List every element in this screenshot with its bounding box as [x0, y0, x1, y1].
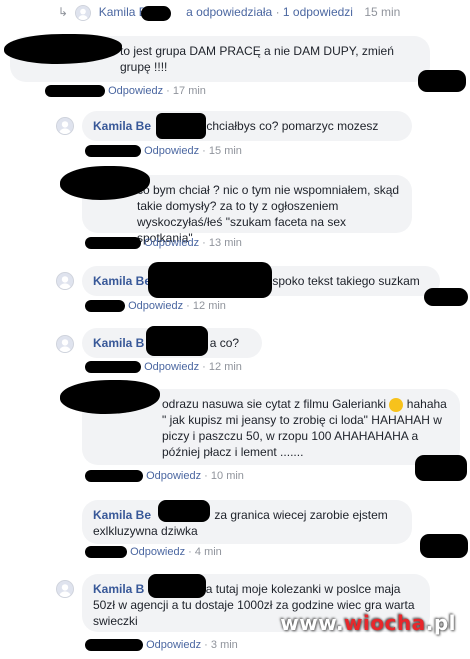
redaction — [148, 574, 206, 598]
comment-bubble: Kamila Be za granica wiecej zarobie ejst… — [82, 500, 412, 544]
watermark-suffix: .pl — [425, 611, 456, 635]
comment-actions: Odpowiedz · 12 min — [85, 361, 242, 374]
reply-verb: odpowiedziała — [196, 5, 273, 20]
avatar — [56, 580, 74, 598]
reply-link[interactable]: Odpowiedz — [144, 145, 199, 157]
avatar — [75, 5, 92, 21]
comment-author[interactable]: Kamila B — [93, 336, 144, 350]
comment-author[interactable]: Kamila Be — [93, 508, 151, 522]
redaction — [418, 70, 466, 92]
reply-link[interactable]: Odpowiedz — [130, 546, 185, 558]
redaction — [148, 262, 272, 298]
comment-time: 10 min — [210, 470, 244, 482]
redaction — [158, 500, 210, 522]
comment-bubble: Kamila Be chciałbys co? pomarzyc mozesz — [82, 111, 412, 141]
reply-link[interactable]: Odpowiedz — [128, 300, 183, 312]
avatar — [56, 117, 74, 135]
comment-time: 12 min — [208, 361, 242, 373]
reply-count[interactable]: 1 odpowiedzi — [283, 5, 353, 19]
reply-link[interactable]: Odpowiedz — [144, 361, 199, 373]
emoji-icon: 😀 — [389, 397, 404, 412]
comment-author[interactable]: Kamila B — [93, 582, 144, 596]
comment-text: co bym chciał ? nic o tym nie wspomniałe… — [137, 183, 400, 245]
comment-time: 15 min — [208, 145, 242, 157]
avatar — [56, 335, 74, 353]
comment-text: chciałbys co? pomarzyc mozesz — [206, 119, 379, 133]
comment-text: a co? — [209, 336, 240, 350]
reply-summary[interactable]: ↳ Kamila Bed a odpowiedziała · 1 odpowied… — [58, 5, 400, 21]
comment-author[interactable]: Kamila Be — [93, 119, 151, 133]
comment-actions: Odpowiedz · 17 min — [45, 85, 206, 98]
redaction — [141, 6, 171, 21]
comment-actions: Odpowiedz · 15 min — [85, 145, 242, 158]
redaction — [156, 113, 206, 139]
reply-link[interactable]: Odpowiedz — [146, 470, 201, 482]
redaction — [424, 288, 468, 306]
reply-time: 15 min — [364, 5, 401, 20]
comment-text: spoko tekst takiego suzkam — [272, 274, 420, 288]
comment-time: 13 min — [208, 237, 242, 249]
comment-actions: Odpowiedz · 3 min — [85, 639, 238, 652]
reply-arrow-icon: ↳ — [58, 5, 69, 20]
comment-actions: Odpowiedz · 10 min — [85, 470, 244, 483]
comment-time: 12 min — [192, 300, 226, 312]
redaction — [146, 326, 208, 356]
comment-time: 4 min — [194, 546, 222, 558]
comment-author[interactable]: Kamila Be — [93, 274, 151, 288]
reply-link[interactable]: Odpowiedz — [146, 639, 201, 651]
avatar — [56, 272, 74, 290]
separator-dot: · — [275, 5, 280, 20]
watermark-prefix: www. — [280, 611, 345, 635]
reply-author-tail: a — [186, 5, 193, 20]
comment-actions: Odpowiedz · 4 min — [85, 546, 222, 559]
comment-time: 17 min — [172, 85, 206, 97]
comment-actions: Odpowiedz · 12 min — [85, 300, 226, 313]
comment-text: to jest grupa DAM PRACĘ a nie DAM DUPY, … — [120, 44, 394, 74]
watermark-brand: wiocha — [344, 611, 426, 635]
redaction — [415, 455, 467, 481]
reply-link[interactable]: Odpowiedz — [144, 237, 199, 249]
comment-text: odrazu nasuwa sie cytat z filmu Galerian… — [162, 397, 387, 411]
comment-time: 3 min — [210, 639, 238, 651]
redaction — [420, 534, 468, 558]
watermark: www.wiocha.pl — [280, 611, 456, 635]
comment-actions: Odpowiedz · 13 min — [85, 237, 242, 250]
reply-link[interactable]: Odpowiedz — [108, 85, 163, 97]
